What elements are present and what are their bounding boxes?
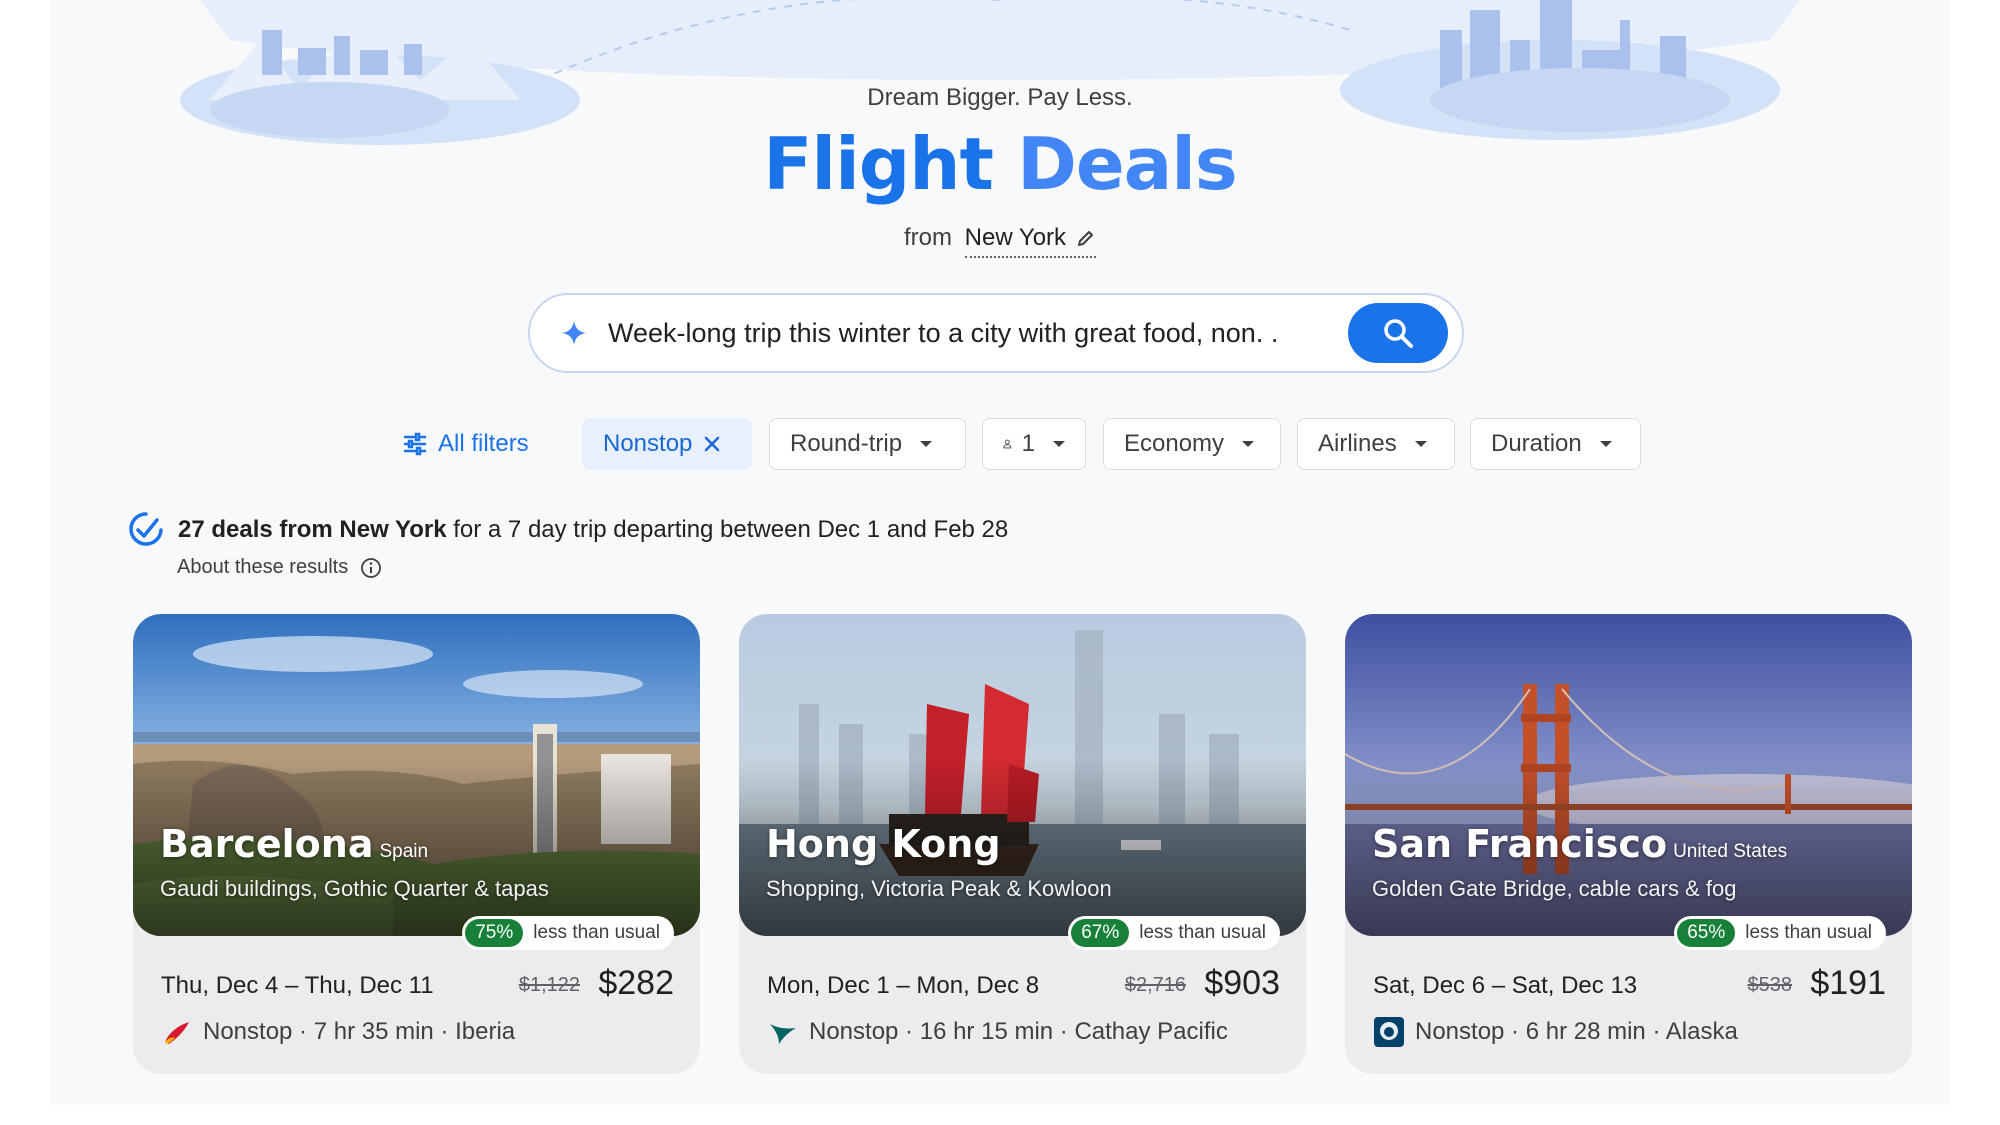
destination-tagline: Golden Gate Bridge, cable cars & fog (1372, 876, 1737, 901)
trip-dates: Thu, Dec 4 – Thu, Dec 11 (161, 972, 434, 999)
discount-badge: 75% less than usual (462, 916, 674, 950)
alaska-logo-icon (1374, 1017, 1404, 1047)
pencil-icon (1078, 231, 1094, 246)
deal-card-san-francisco[interactable]: San Francisco United States Golden Gate B… (1345, 614, 1912, 1074)
sparkle-icon (562, 321, 586, 345)
search-icon (1384, 319, 1413, 348)
discount-label: less than usual (1745, 922, 1872, 943)
search-button[interactable] (1348, 303, 1448, 363)
trip-dates: Mon, Dec 1 – Mon, Dec 8 (767, 972, 1040, 999)
airlines-label: Airlines (1318, 430, 1397, 457)
results-count: 27 deals from New York (178, 516, 447, 543)
trip-type-label: Round-trip (790, 430, 903, 457)
verified-check-icon (129, 512, 163, 546)
deal-card-barcelona[interactable]: Barcelona Spain Gaudi buildings, Gothic Q… (133, 614, 700, 1074)
nonstop-filter-chip[interactable]: Nonstop (582, 418, 752, 470)
destination-country: United States (1673, 841, 1788, 862)
flight-info: Nonstop · 7 hr 35 min · Iberia (161, 1016, 515, 1048)
iberia-logo-icon (165, 1022, 189, 1044)
destination-city-name: San Francisco (1372, 822, 1668, 866)
origin-city-label: New York (964, 224, 1067, 251)
cathay-pacific-logo-icon (770, 1024, 796, 1044)
discount-badge: 67% less than usual (1068, 916, 1280, 950)
destination-city: Barcelona Spain (160, 822, 428, 866)
deal-card-hong-kong[interactable]: Hong Kong Shopping, Victoria Peak & Kowl… (739, 614, 1306, 1074)
filter-bar: All filters Nonstop Round-trip 1 Economy… (0, 418, 2000, 470)
search-query-text[interactable]: Week-long trip this winter to a city wit… (608, 318, 1348, 349)
trip-type-dropdown[interactable]: Round-trip (769, 418, 966, 470)
info-icon (361, 557, 382, 578)
flight-details: Nonstop · 16 hr 15 min · Cathay Pacific (809, 1018, 1228, 1045)
destination-city: San Francisco United States (1372, 822, 1787, 866)
results-summary: 27 deals from New York for a 7 day trip … (128, 510, 1008, 550)
trip-dates: Sat, Dec 6 – Sat, Dec 13 (1373, 972, 1638, 999)
close-icon[interactable] (702, 434, 722, 454)
search-input[interactable]: Week-long trip this winter to a city wit… (528, 293, 1464, 373)
deal-price: $903 (1204, 964, 1280, 1002)
cabin-class-dropdown[interactable]: Economy (1103, 418, 1281, 470)
about-results-label: About these results (177, 556, 349, 578)
person-icon (1003, 439, 1012, 449)
about-results-link[interactable]: About these results (177, 556, 382, 579)
chevron-down-icon (1414, 441, 1427, 447)
filter-sliders-icon (403, 432, 427, 456)
destination-city: Hong Kong (766, 822, 1007, 866)
passengers-dropdown[interactable]: 1 (982, 418, 1086, 470)
destination-city-name: Barcelona (160, 822, 374, 866)
origin-city-button[interactable]: New York (964, 224, 1097, 258)
deal-price: $282 (598, 964, 674, 1002)
discount-label: less than usual (1139, 922, 1266, 943)
discount-badge: 65% less than usual (1674, 916, 1886, 950)
chevron-down-icon (1599, 441, 1612, 447)
flight-details: Nonstop · 6 hr 28 min · Alaska (1415, 1018, 1738, 1045)
duration-dropdown[interactable]: Duration (1470, 418, 1641, 470)
cabin-class-label: Economy (1124, 430, 1225, 457)
discount-percent: 67% (1071, 919, 1130, 947)
discount-label: less than usual (533, 922, 660, 943)
flight-info: Nonstop · 6 hr 28 min · Alaska (1373, 1016, 1738, 1048)
discount-percent: 75% (465, 919, 524, 947)
chevron-down-icon (1053, 441, 1065, 447)
flight-info: Nonstop · 16 hr 15 min · Cathay Pacific (767, 1016, 1228, 1048)
origin-selector: from New York (0, 224, 2000, 258)
all-filters-label: All filters (438, 430, 529, 457)
hero-tagline: Dream Bigger. Pay Less. (867, 84, 1133, 111)
page-title-word-2: Deals (1017, 122, 1238, 206)
passengers-count: 1 (1021, 430, 1035, 457)
chevron-down-icon (1242, 441, 1255, 447)
destination-tagline: Gaudi buildings, Gothic Quarter & tapas (160, 876, 549, 901)
airlines-dropdown[interactable]: Airlines (1297, 418, 1455, 470)
destination-city-name: Hong Kong (766, 822, 1001, 866)
results-details: for a 7 day trip departing between Dec 1… (446, 516, 1009, 543)
destination-tagline: Shopping, Victoria Peak & Kowloon (766, 876, 1112, 901)
usual-price: $1,122 (518, 974, 580, 996)
nonstop-filter-label: Nonstop (603, 430, 693, 457)
flight-details: Nonstop · 7 hr 35 min · Iberia (203, 1018, 516, 1045)
usual-price: $2,716 (1124, 974, 1186, 996)
results-summary-text: 27 deals from New York for a 7 day trip … (178, 510, 1008, 550)
deal-price: $191 (1810, 964, 1886, 1002)
page-title: Flight Deals (0, 122, 2000, 206)
origin-prefix: from (903, 224, 952, 251)
duration-label: Duration (1491, 430, 1582, 457)
page-title-word-1: Flight (763, 122, 994, 206)
usual-price: $538 (1747, 974, 1793, 996)
chevron-down-icon (920, 441, 933, 447)
discount-percent: 65% (1677, 919, 1736, 947)
destination-country: Spain (379, 841, 429, 862)
all-filters-button[interactable]: All filters (402, 418, 549, 470)
